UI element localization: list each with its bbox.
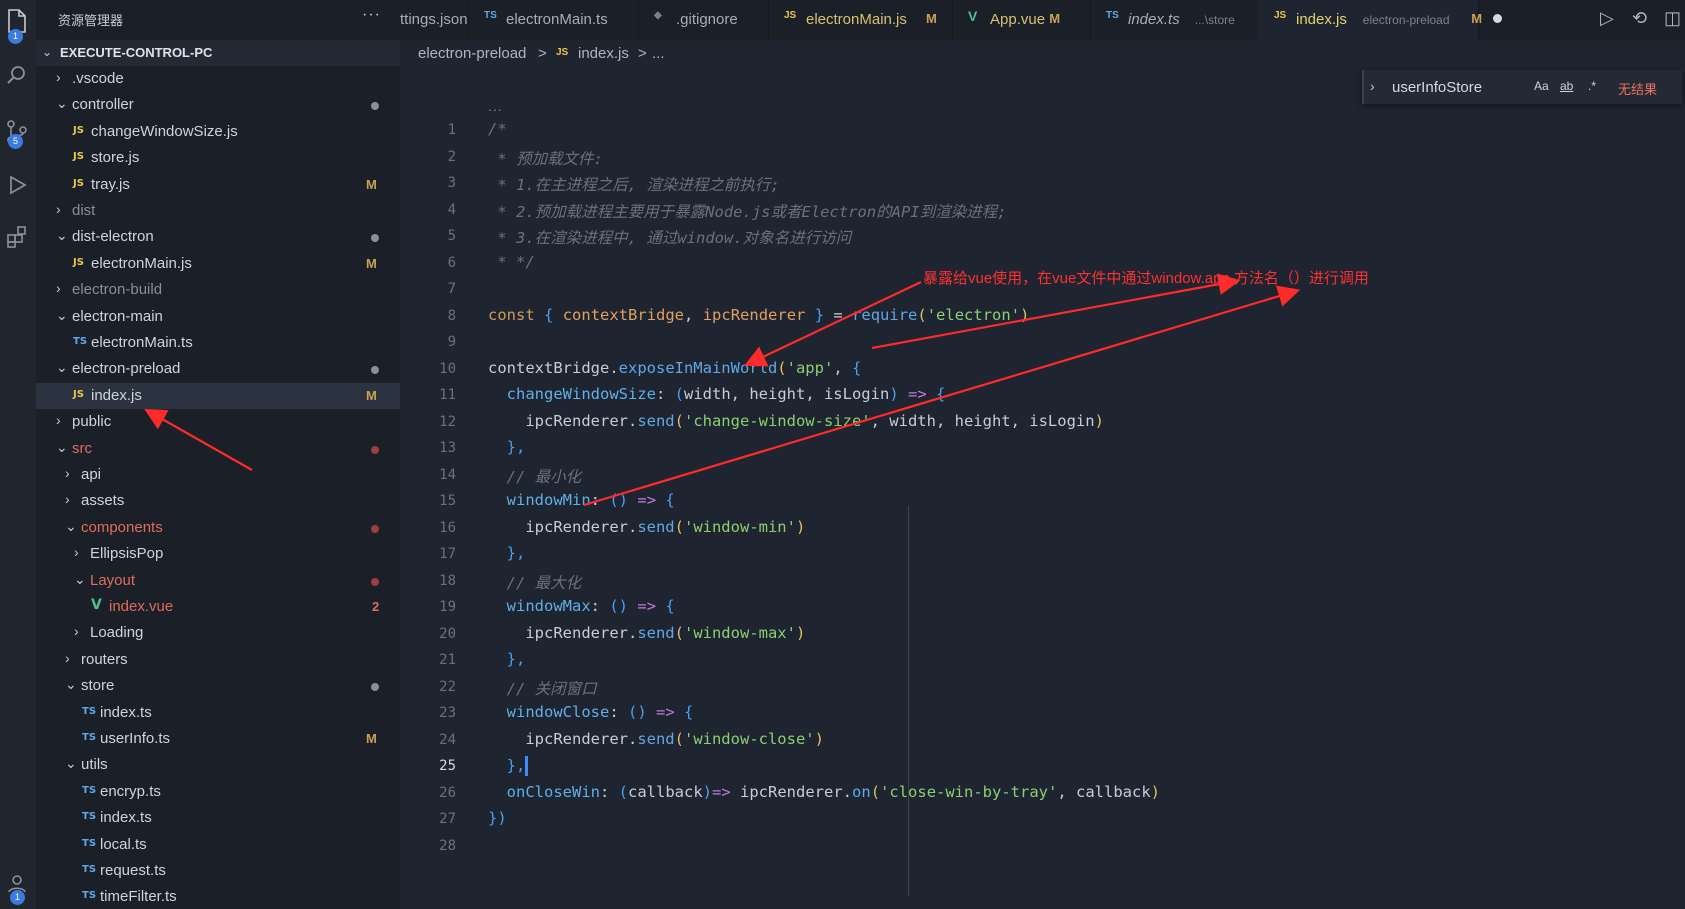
arrow-to-expose-call — [744, 281, 922, 367]
arrow-to-annotation-1 — [871, 273, 1241, 350]
annotation-text: 暴露给vue使用，在vue文件中通过window.app.方法名（）进行调用 — [923, 270, 1369, 287]
annotation-arrows — [144, 273, 1301, 507]
arrow-to-annotation-2 — [583, 285, 1301, 507]
arrow-to-index-js — [144, 408, 253, 471]
